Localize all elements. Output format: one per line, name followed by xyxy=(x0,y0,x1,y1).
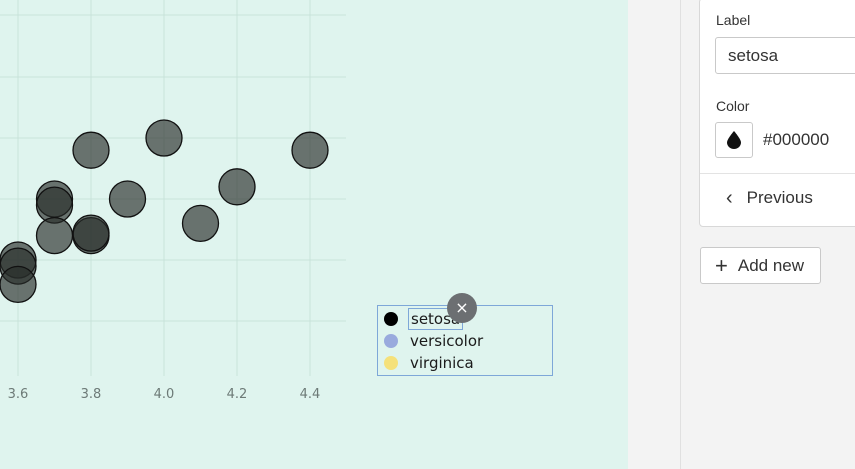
data-point-setosa xyxy=(291,131,329,169)
x-tick-label: 4.0 xyxy=(154,387,175,402)
x-tick-label: 3.8 xyxy=(81,387,102,402)
chevron-left-icon: ‹ xyxy=(726,186,733,209)
color-field-title: Color xyxy=(716,98,750,114)
legend-item-versicolor[interactable]: versicolor xyxy=(384,330,483,352)
previous-button[interactable]: ‹ Previous xyxy=(726,186,813,210)
add-new-label: Add new xyxy=(737,255,805,275)
data-point-setosa xyxy=(0,265,37,304)
label-input[interactable]: setosa xyxy=(715,37,855,74)
series-edit-card: Label setosa Color #000000 ‹ Previous xyxy=(699,0,855,227)
legend-label[interactable]: virginica xyxy=(410,354,474,372)
plus-icon: + xyxy=(715,252,728,278)
legend-item-virginica[interactable]: virginica xyxy=(384,352,474,374)
legend-label[interactable]: versicolor xyxy=(410,332,483,350)
add-new-button[interactable]: + Add new xyxy=(700,247,821,284)
chart-area: 3.6 3.8 4.0 4.2 4.4 xyxy=(0,0,628,469)
close-icon[interactable]: × xyxy=(447,293,477,323)
x-tick-label: 3.6 xyxy=(8,387,29,402)
data-point-setosa xyxy=(72,214,110,252)
color-hex-value[interactable]: #000000 xyxy=(763,130,829,150)
legend-swatch xyxy=(384,312,398,326)
data-point-setosa xyxy=(218,168,256,206)
droplet-icon xyxy=(727,131,741,149)
x-tick-label: 4.2 xyxy=(227,387,248,402)
data-point-setosa xyxy=(108,180,147,218)
label-field-title: Label xyxy=(716,12,751,28)
data-point-setosa xyxy=(35,216,74,255)
x-tick-label: 4.4 xyxy=(300,387,321,402)
panel-gutter xyxy=(628,0,680,469)
data-point-setosa xyxy=(72,131,110,169)
color-picker-button[interactable] xyxy=(715,122,753,158)
legend-swatch xyxy=(384,356,398,370)
data-point-setosa xyxy=(181,204,220,243)
previous-label: Previous xyxy=(746,188,813,207)
scatter-plot: 3.6 3.8 4.0 4.2 4.4 xyxy=(0,0,346,402)
legend-swatch xyxy=(384,334,398,348)
data-point-setosa xyxy=(145,119,183,157)
divider xyxy=(700,173,855,174)
